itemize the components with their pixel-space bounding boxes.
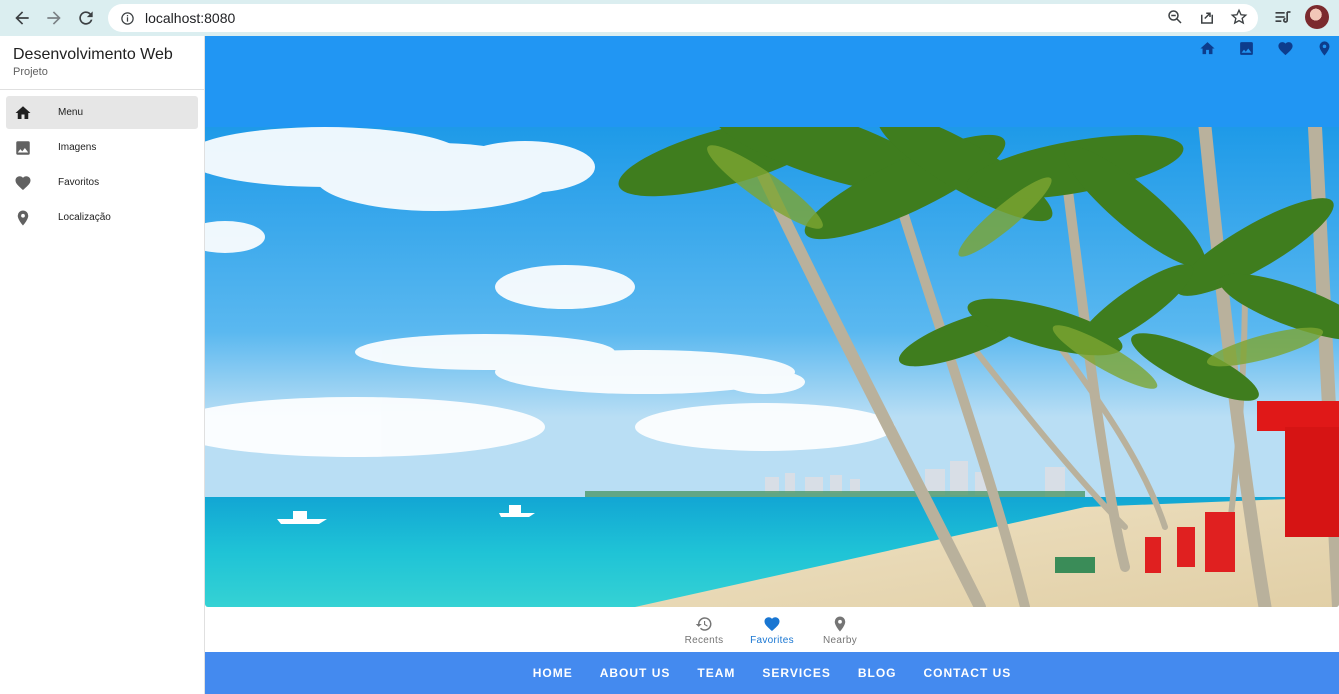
history-icon (695, 617, 712, 631)
reading-list-icon[interactable] (1273, 7, 1293, 27)
image-icon[interactable] (1238, 40, 1255, 57)
hero-beach-image (205, 127, 1339, 607)
heart-icon (15, 175, 31, 190)
app-bar (205, 36, 1339, 127)
sidebar-item-favoritos[interactable]: Favoritos (6, 166, 198, 199)
heart-icon[interactable] (1277, 40, 1294, 57)
reload-icon (79, 11, 93, 25)
sidebar-item-menu[interactable]: Menu (6, 96, 198, 129)
footer-link-about-us[interactable]: ABOUT US (586, 666, 684, 680)
sidebar-header: Desenvolvimento Web Projeto (0, 36, 204, 90)
sidebar-item-label: Menu (58, 107, 84, 118)
app-title: Desenvolvimento Web (13, 46, 173, 63)
sidebar-item-label: Localização (58, 212, 111, 223)
sidebar-item-label: Imagens (58, 142, 97, 153)
footer-link-contact-us[interactable]: CONTACT US (910, 666, 1025, 680)
bottom-nav-label: Nearby (822, 635, 858, 646)
url-text: localhost:8080 (145, 10, 236, 26)
arrow-right-icon (47, 11, 61, 25)
arrow-left-icon (15, 11, 29, 25)
app-bar-actions (1199, 40, 1333, 57)
app-subtitle: Projeto (13, 66, 48, 78)
sidebar-item-label: Favoritos (58, 177, 100, 188)
bottom-nav-favorites[interactable]: Favorites (738, 607, 806, 652)
back-button[interactable] (6, 2, 38, 34)
address-bar[interactable]: localhost:8080 (108, 4, 1258, 32)
sidebar: Desenvolvimento Web Projeto Menu Imagens… (0, 36, 205, 694)
location-icon[interactable] (1316, 40, 1333, 57)
zoom-icon[interactable] (1166, 8, 1184, 26)
footer-link-services[interactable]: SERVICES (749, 666, 844, 680)
info-icon (121, 11, 134, 25)
share-icon[interactable] (1198, 8, 1216, 26)
home-icon[interactable] (1199, 40, 1216, 57)
home-icon (15, 105, 31, 119)
bottom-navigation: Recents Favorites Nearby (205, 607, 1339, 652)
location-icon (17, 210, 29, 225)
sidebar-item-localizacao[interactable]: Localização (6, 201, 198, 234)
sidebar-list: Menu Imagens Favoritos Localização (0, 90, 204, 234)
bottom-nav-recents[interactable]: Recents (670, 607, 738, 652)
footer-link-home[interactable]: HOME (519, 666, 586, 680)
sidebar-item-imagens[interactable]: Imagens (6, 131, 198, 164)
bottom-nav-label: Favorites (750, 635, 794, 646)
profile-avatar[interactable] (1305, 5, 1329, 29)
heart-icon (764, 617, 780, 632)
location-icon (834, 616, 846, 632)
reload-button[interactable] (70, 2, 102, 34)
forward-button[interactable] (38, 2, 70, 34)
image-icon (16, 140, 30, 155)
footer-link-team[interactable]: TEAM (684, 666, 749, 680)
footer-nav: HOME ABOUT US TEAM SERVICES BLOG CONTACT… (205, 652, 1339, 694)
browser-toolbar: localhost:8080 (0, 0, 1339, 36)
footer-link-blog[interactable]: BLOG (844, 666, 910, 680)
bottom-nav-nearby[interactable]: Nearby (806, 607, 874, 652)
bottom-nav-label: Recents (684, 635, 724, 646)
star-icon[interactable] (1230, 8, 1248, 26)
